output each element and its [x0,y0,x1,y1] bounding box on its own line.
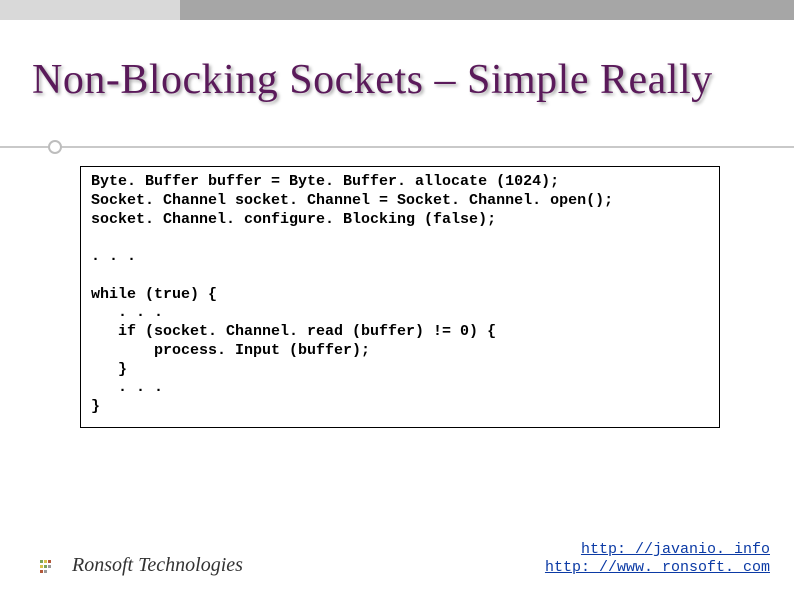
code-block: Byte. Buffer buffer = Byte. Buffer. allo… [80,166,720,428]
footer-links: http: //javanio. info http: //www. ronso… [545,541,770,577]
top-decor-band [0,0,794,20]
footer-link-1[interactable]: http: //javanio. info [581,541,770,558]
footer: Ronsoft Technologies http: //javanio. in… [0,541,794,577]
footer-company: Ronsoft Technologies [72,554,243,577]
footer-link-2[interactable]: http: //www. ronsoft. com [545,559,770,576]
logo-icon [40,557,62,575]
underline-dot-icon [48,140,62,154]
top-band-light [0,0,180,20]
top-band-dark [180,0,794,20]
underline-rule [0,146,794,148]
code-text: Byte. Buffer buffer = Byte. Buffer. allo… [91,173,709,417]
slide-title: Non-Blocking Sockets – Simple Really [32,56,774,104]
footer-left: Ronsoft Technologies [40,554,243,577]
